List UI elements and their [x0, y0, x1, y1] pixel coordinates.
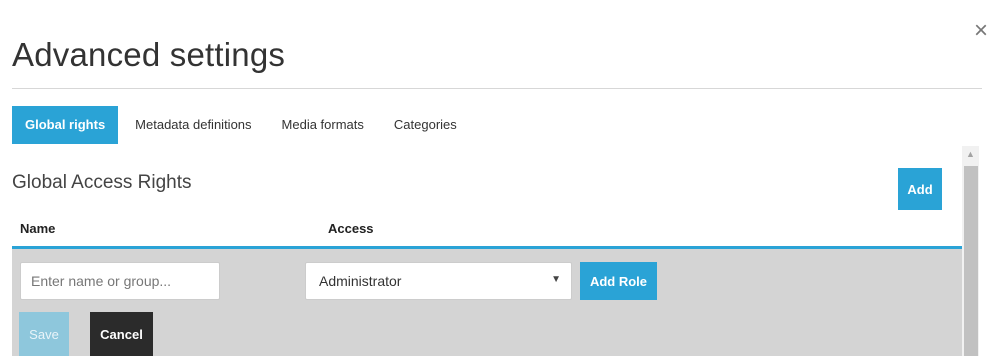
save-button[interactable]: Save [19, 312, 69, 356]
title-divider [12, 88, 982, 89]
scrollbar-thumb[interactable] [964, 166, 978, 356]
access-select-value: Administrator [319, 273, 402, 289]
section-title: Global Access Rights [12, 172, 192, 193]
tab-global-rights[interactable]: Global rights [12, 106, 119, 144]
add-role-button[interactable]: Add Role [580, 262, 657, 300]
column-header-access: Access [328, 221, 374, 236]
cancel-button[interactable]: Cancel [90, 312, 153, 356]
tab-metadata-definitions[interactable]: Metadata definitions [120, 106, 266, 144]
column-header-name: Name [20, 221, 56, 236]
close-icon[interactable]: × [968, 18, 994, 44]
tab-media-formats[interactable]: Media formats [267, 106, 379, 144]
tab-categories[interactable]: Categories [379, 106, 472, 144]
add-button[interactable]: Add [898, 168, 942, 210]
access-select[interactable]: Administrator ▼ [305, 262, 572, 300]
scroll-up-arrow-icon[interactable]: ▲ [962, 146, 979, 163]
tab-bar: Global rights Metadata definitions Media… [12, 106, 472, 144]
name-or-group-input[interactable] [20, 262, 220, 300]
caret-down-icon: ▼ [551, 274, 561, 285]
dialog-title: Advanced settings [12, 36, 286, 73]
